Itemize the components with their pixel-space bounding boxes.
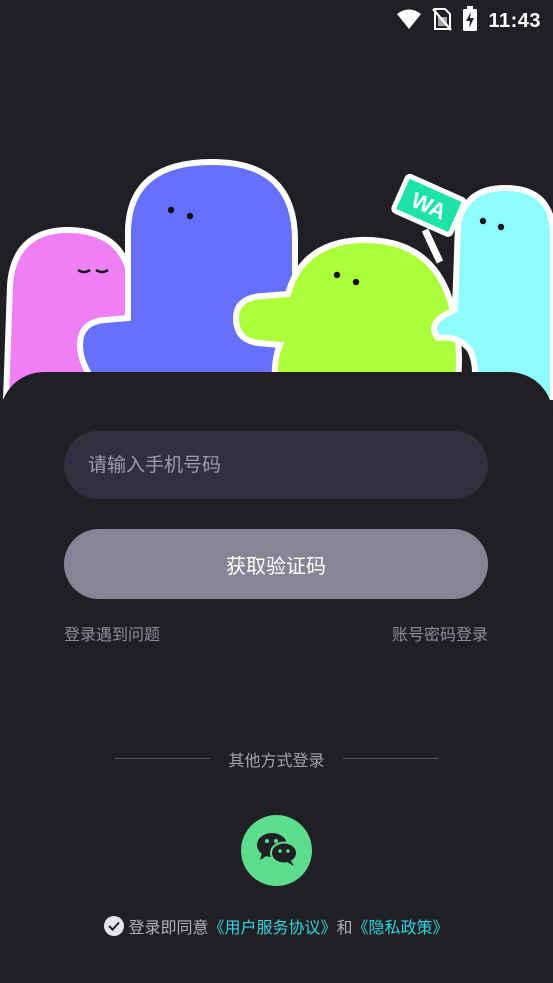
privacy-policy-link[interactable]: 《隐私政策》 [353, 914, 449, 938]
battery-charging-icon [462, 6, 478, 36]
status-icons: 11:43 [396, 6, 541, 36]
get-code-button[interactable]: 获取验证码 [64, 529, 488, 599]
password-login-link[interactable]: 账号密码登录 [392, 621, 488, 645]
wechat-icon [255, 831, 299, 871]
other-login-label: 其他方式登录 [0, 747, 553, 771]
wechat-login-button[interactable] [241, 815, 312, 886]
other-login-text: 其他方式登录 [228, 751, 325, 770]
agreement-prefix: 登录即同意 [128, 918, 209, 937]
agreement-line: 登录即同意 《用户服务协议》 和 《隐私政策》 [0, 914, 553, 938]
hero-illustration: WA [2, 158, 553, 400]
user-agreement-link[interactable]: 《用户服务协议》 [208, 914, 336, 938]
status-bar: 11:43 [0, 0, 553, 40]
login-trouble-link[interactable]: 登录遇到问题 [64, 621, 160, 645]
check-icon [108, 921, 121, 931]
phone-number-input[interactable] [64, 431, 488, 499]
no-sim-icon [432, 7, 453, 35]
agreement-and: 和 [336, 918, 353, 937]
wifi-icon [396, 8, 422, 34]
agreement-checkbox[interactable] [104, 916, 125, 936]
clock: 11:43 [488, 9, 541, 32]
